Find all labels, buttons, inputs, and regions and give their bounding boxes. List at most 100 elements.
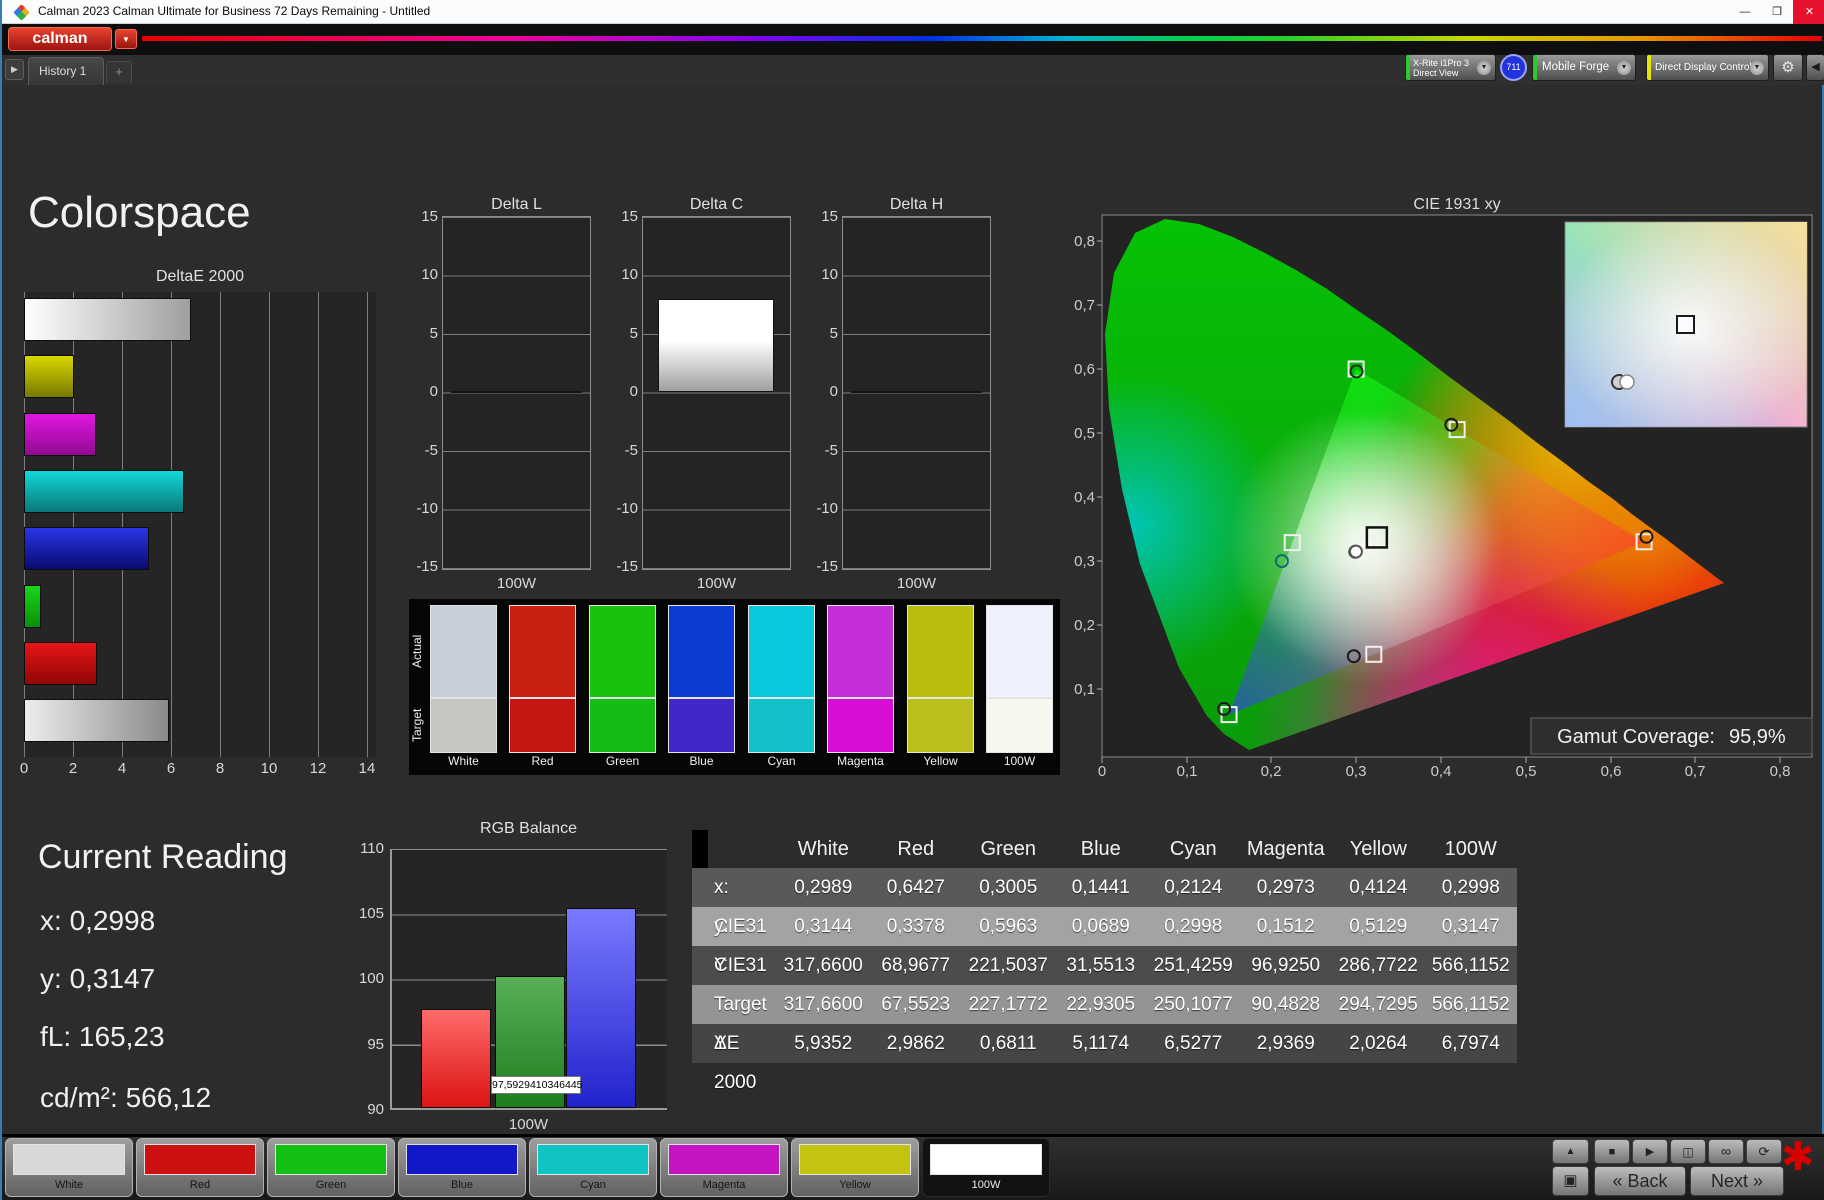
gear-icon: ⚙ [1781, 59, 1794, 76]
patch-button-magenta[interactable]: Magenta [660, 1138, 788, 1197]
patch-button-100w[interactable]: 100W [922, 1138, 1050, 1197]
display-control-selector[interactable]: Direct Display Control ▼ [1646, 54, 1769, 81]
meter-status-edge [1406, 55, 1410, 80]
up-arrow-icon: ▲ [1566, 1146, 1576, 1157]
cie-title: CIE 1931 xy [1413, 196, 1500, 213]
pattern-window-button[interactable]: ▣ [1552, 1166, 1589, 1196]
delta-ytick: -10 [604, 500, 638, 517]
cie-measured-100W [1350, 546, 1362, 558]
refresh-button[interactable]: ⟳ [1746, 1139, 1782, 1164]
table-row-y: y: CIE31 0,31440,3378 0,59630,0689 0,299… [692, 907, 1517, 946]
delta-ytick: -15 [404, 558, 438, 575]
table-header-row: White Red Green Blue Cyan Magenta Yellow… [692, 830, 1517, 868]
target-swatch-100w [986, 698, 1053, 753]
svg-text:0,7: 0,7 [1685, 763, 1706, 780]
delta-l-title: Delta L [442, 196, 591, 214]
calibration-asterisk-icon: ✱ [1781, 1134, 1815, 1180]
col-header: Cyan [1147, 830, 1240, 868]
col-header: Red [870, 830, 963, 868]
deltae-bar-100w [24, 298, 191, 341]
target-swatch-blue [668, 698, 735, 753]
col-header: Blue [1055, 830, 1148, 868]
svg-text:0,4: 0,4 [1431, 763, 1452, 780]
swatch-strip: Actual Target White Red Green Blue Cyan … [409, 599, 1060, 775]
loop-button[interactable]: ∞ [1708, 1139, 1744, 1164]
calman-menu-button[interactable]: calman [8, 27, 112, 51]
tab-scroll-button[interactable]: ▶ [5, 59, 24, 80]
play-button[interactable]: ▶ [1632, 1139, 1668, 1164]
deltae-bar-magenta [24, 413, 96, 456]
delta-ytick: -10 [804, 500, 838, 517]
patch-color [144, 1144, 256, 1175]
swatch-label: Cyan [748, 754, 815, 768]
new-tab-button[interactable]: + [106, 61, 132, 83]
app-icon [14, 5, 29, 20]
swatch-label: Blue [668, 754, 735, 768]
step-button[interactable]: ◫ [1670, 1139, 1706, 1164]
patch-button-red[interactable]: Red [136, 1138, 264, 1197]
rgb-balance-chart [390, 849, 667, 1110]
patch-label: Yellow [792, 1179, 918, 1191]
patch-button-cyan[interactable]: Cyan [529, 1138, 657, 1197]
swatch-label: Magenta [827, 754, 894, 768]
patch-button-white[interactable]: White [5, 1138, 133, 1197]
actual-swatch-yellow [907, 605, 974, 698]
infinity-icon: ∞ [1721, 1143, 1731, 1159]
patch-button-green[interactable]: Green [267, 1138, 395, 1197]
meter-selector[interactable]: X-Rite i1Pro 3 Direct View ▼ [1405, 54, 1496, 81]
reading-cdm2: cd/m²: 566,12 [40, 1082, 211, 1114]
app-window: Calman 2023 Calman Ultimate for Business… [0, 0, 1824, 1200]
svg-text:0,1: 0,1 [1074, 681, 1095, 698]
settings-button[interactable]: ⚙ [1773, 54, 1803, 81]
delta-ytick: 0 [604, 383, 638, 400]
source-name: Mobile Forge [1542, 55, 1609, 80]
rgb-ytick: 95 [332, 1036, 384, 1053]
close-button[interactable]: ✕ [1793, 0, 1824, 24]
display-status-edge [1647, 55, 1651, 80]
back-button[interactable]: « Back [1594, 1166, 1686, 1196]
stop-button[interactable]: ■ [1594, 1139, 1630, 1164]
next-button[interactable]: Next » [1690, 1166, 1784, 1196]
target-swatch-yellow [907, 698, 974, 753]
delta-l-zero-line [451, 391, 582, 393]
calman-menu-dropdown[interactable]: ▼ [115, 29, 137, 49]
patch-button-blue[interactable]: Blue [398, 1138, 526, 1197]
cie-1931-diagram: CIE 1931 xy [1057, 195, 1824, 790]
swatch-label: White [430, 754, 497, 768]
delta-ytick: 10 [404, 266, 438, 283]
patch-label: White [6, 1179, 132, 1191]
maximize-button[interactable]: ❐ [1761, 0, 1793, 24]
svg-text:0,3: 0,3 [1074, 553, 1095, 570]
patch-button-yellow[interactable]: Yellow [791, 1138, 919, 1197]
col-header: White [777, 830, 870, 868]
reading-y: y: 0,3147 [40, 963, 155, 995]
delta-h-xlabel: 100W [842, 575, 991, 592]
actual-swatch-green [589, 605, 656, 698]
deltae-xtick: 0 [14, 760, 34, 777]
measurement-table: White Red Green Blue Cyan Magenta Yellow… [692, 830, 1517, 1063]
rgb-ytick: 90 [332, 1101, 384, 1118]
target-swatch-green [589, 698, 656, 753]
deltae-bar-cyan [24, 470, 184, 513]
meter-badge[interactable]: 711 [1500, 54, 1527, 81]
rgb-balance-title: RGB Balance [390, 820, 667, 838]
minimize-button[interactable]: — [1729, 0, 1761, 24]
collapse-panel-button[interactable]: ◀ [1806, 54, 1824, 81]
tab-history-1[interactable]: History 1 [28, 57, 104, 85]
gamut-coverage: Gamut Coverage: 95,9% [1531, 718, 1812, 754]
source-selector[interactable]: Mobile Forge ▼ [1532, 54, 1636, 81]
actual-swatch-blue [668, 605, 735, 698]
col-header: Magenta [1240, 830, 1333, 868]
meter-mode: Direct View [1413, 68, 1469, 78]
swatch-label: 100W [986, 754, 1053, 768]
deltae-xtick: 6 [161, 760, 181, 777]
actual-swatch-red [509, 605, 576, 698]
svg-text:0,4: 0,4 [1074, 489, 1095, 506]
patch-label: 100W [923, 1179, 1049, 1191]
deltae-chart-title: DeltaE 2000 [24, 268, 376, 286]
target-swatch-red [509, 698, 576, 753]
scroll-up-button[interactable]: ▲ [1552, 1139, 1589, 1164]
delta-c-chart [642, 216, 791, 570]
svg-text:0,2: 0,2 [1261, 763, 1282, 780]
delta-l-xlabel: 100W [442, 575, 591, 592]
